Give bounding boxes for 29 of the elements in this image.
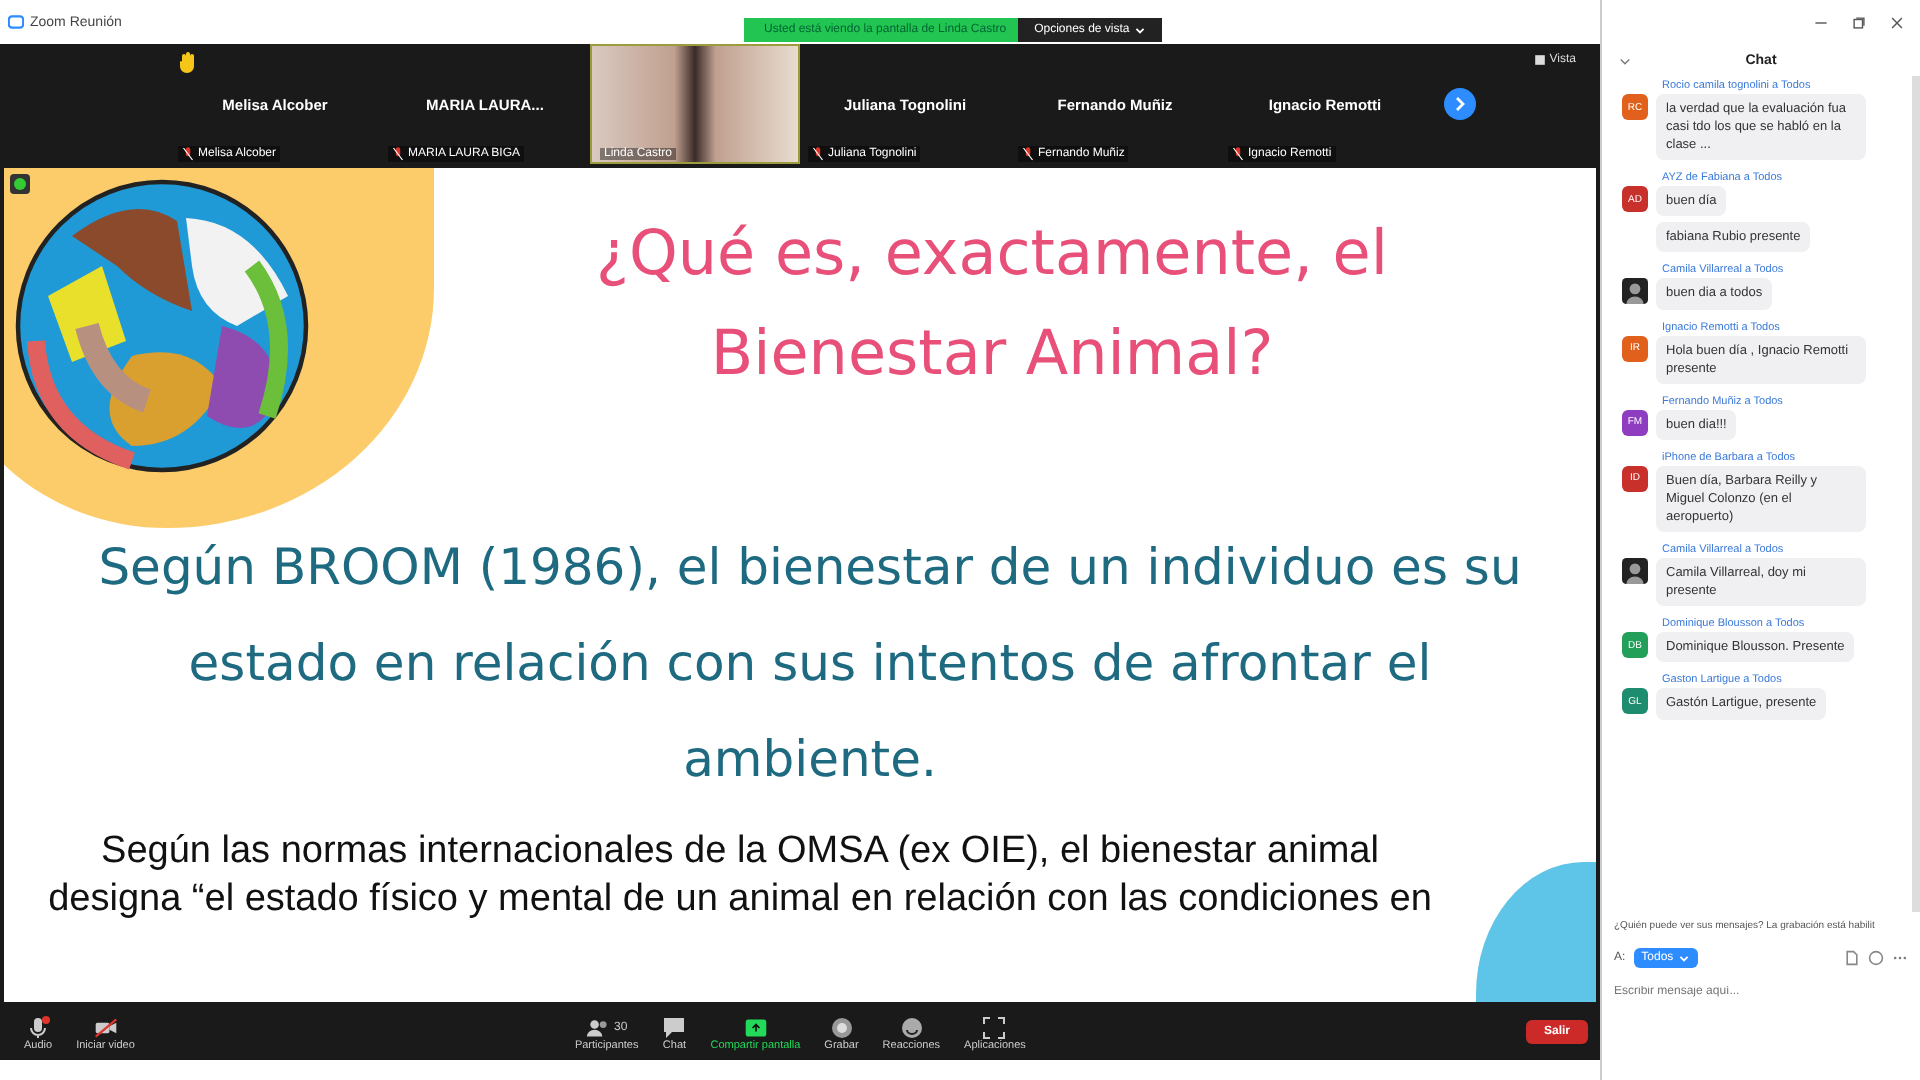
close-icon[interactable] <box>1890 15 1904 29</box>
square-icon <box>1533 54 1546 66</box>
file-icon[interactable] <box>1844 950 1860 966</box>
definition-text: Según BROOM (1986), el bienestar de un individuo es su estado en relación con sus intentos de afrontar el ambiente. <box>96 536 1524 792</box>
chevron-down-icon[interactable] <box>1618 53 1632 67</box>
muted-mic-icon <box>1022 146 1034 162</box>
slide-title: ¿Qué es, exactamente, el Bienestar Animal? <box>594 216 1390 394</box>
smiley-icon <box>899 1015 924 1039</box>
paragraph-text: Según las normas internacionales de la OMSA (ex OIE), el bienestar animal designa “el estado físico y mental de un animal en relación con las condiciones en <box>46 828 1434 924</box>
raised-hand-icon <box>178 50 198 74</box>
next-page-button[interactable] <box>1444 88 1476 120</box>
apps-grid-icon <box>982 1015 1007 1039</box>
caret-icon <box>1677 952 1690 964</box>
muted-mic-icon <box>1232 146 1244 162</box>
avatar-silhouette-icon <box>1622 278 1648 305</box>
chevron-right-icon <box>1450 94 1470 114</box>
muted-mic-icon <box>812 146 824 162</box>
people-icon <box>585 1015 610 1039</box>
muted-mic-icon <box>182 146 194 162</box>
caret-icon <box>1133 24 1146 36</box>
chat-bubble-icon <box>662 1015 687 1039</box>
emoji-icon[interactable] <box>1868 950 1884 966</box>
camera-logo-icon <box>8 14 24 30</box>
avatar-silhouette-icon <box>1622 558 1648 585</box>
record-icon <box>829 1015 854 1039</box>
video-off-icon <box>93 1015 118 1039</box>
muted-mic-icon <box>392 146 404 162</box>
share-screen-icon <box>743 1015 768 1039</box>
restore-icon[interactable] <box>1852 15 1866 29</box>
